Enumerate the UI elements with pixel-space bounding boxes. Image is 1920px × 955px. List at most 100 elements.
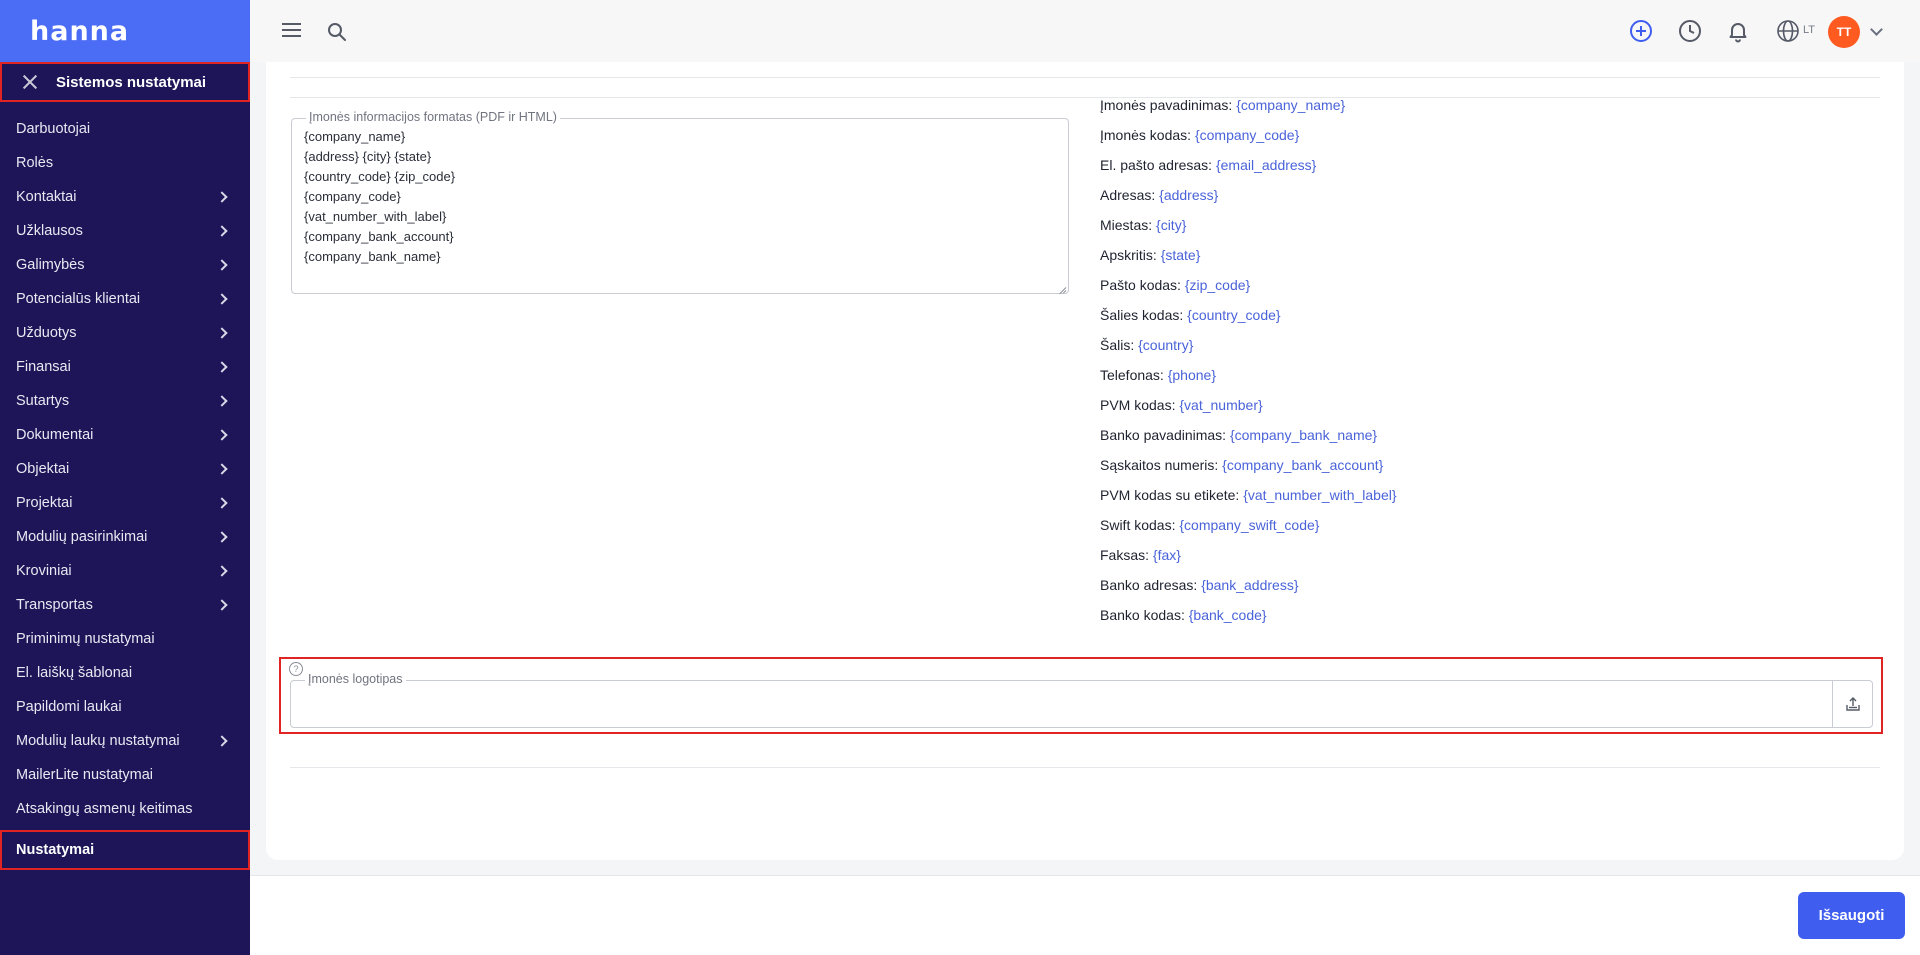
globe-icon[interactable] xyxy=(1776,19,1800,43)
upload-button[interactable] xyxy=(1832,681,1872,727)
sidebar-item-label: MailerLite nustatymai xyxy=(16,767,153,783)
placeholder-row: Miestas: {city} xyxy=(1100,215,1800,245)
sidebar-item[interactable]: Priminimų nustatymai xyxy=(0,622,250,656)
sidebar-item-label: Modulių pasirinkimai xyxy=(16,529,148,545)
sidebar-item[interactable]: Projektai xyxy=(0,486,250,520)
add-circle-icon[interactable] xyxy=(1629,19,1653,43)
placeholder-token[interactable]: {vat_number_with_label} xyxy=(1243,487,1396,503)
placeholder-row: Sąskaitos numeris: {company_bank_account… xyxy=(1100,455,1800,485)
sidebar-item-label: Priminimų nustatymai xyxy=(16,631,155,647)
search-icon[interactable] xyxy=(327,22,347,42)
sidebar-item[interactable]: Darbuotojai xyxy=(0,112,250,146)
placeholder-token[interactable]: {zip_code} xyxy=(1185,277,1250,293)
placeholder-row: Swift kodas: {company_swift_code} xyxy=(1100,515,1800,545)
avatar[interactable]: TT xyxy=(1828,16,1860,48)
sidebar-item[interactable]: Sutartys xyxy=(0,384,250,418)
sidebar-item[interactable]: Transportas xyxy=(0,588,250,622)
company-logo-section: ? Įmonės logotipas xyxy=(279,657,1883,734)
placeholder-row: Įmonės pavadinimas: {company_name} xyxy=(1100,95,1800,125)
placeholder-label: Šalies kodas: xyxy=(1100,307,1184,323)
placeholder-label: Įmonės kodas: xyxy=(1100,127,1192,143)
sidebar-item[interactable]: Galimybės xyxy=(0,248,250,282)
sidebar-item-label: Projektai xyxy=(16,495,73,511)
sidebar-item-label: El. laiškų šablonai xyxy=(16,665,133,681)
sidebar-item[interactable]: Potencialūs klientai xyxy=(0,282,250,316)
sidebar-item[interactable]: Atsakingų asmenų keitimas xyxy=(0,792,250,826)
chevron-right-icon xyxy=(216,361,228,373)
company-format-textarea[interactable]: Įmonės informacijos formatas (PDF ir HTM… xyxy=(291,110,1069,294)
placeholder-label: Faksas: xyxy=(1100,547,1150,563)
company-logo-upload-field[interactable]: Įmonės logotipas xyxy=(290,672,1873,728)
sidebar-item-label: Kontaktai xyxy=(16,189,77,205)
placeholder-token[interactable]: {fax} xyxy=(1153,547,1181,563)
placeholder-token[interactable]: {bank_address} xyxy=(1201,577,1298,593)
chevron-right-icon xyxy=(216,599,228,611)
placeholder-token[interactable]: {phone} xyxy=(1168,367,1216,383)
placeholder-label: Miestas: xyxy=(1100,217,1153,233)
sidebar-item[interactable]: Kroviniai xyxy=(0,554,250,588)
company-format-value[interactable]: {company_name} {address} {city} {state} … xyxy=(304,127,455,267)
sidebar-section-header: Sistemos nustatymai xyxy=(0,62,250,102)
chevron-right-icon xyxy=(216,395,228,407)
placeholder-token[interactable]: {company_code} xyxy=(1195,127,1299,143)
placeholder-token[interactable]: {company_swift_code} xyxy=(1179,517,1319,533)
sidebar-item[interactable]: Nustatymai xyxy=(0,830,250,870)
placeholder-label: Pašto kodas: xyxy=(1100,277,1181,293)
placeholder-row: Šalies kodas: {country_code} xyxy=(1100,305,1800,335)
chevron-right-icon xyxy=(216,191,228,203)
placeholder-token[interactable]: {country} xyxy=(1138,337,1193,353)
chevron-down-icon[interactable] xyxy=(1870,23,1883,36)
chevron-right-icon xyxy=(216,327,228,339)
sidebar-item[interactable]: Finansai xyxy=(0,350,250,384)
placeholder-row: Apskritis: {state} xyxy=(1100,245,1800,275)
sidebar-item[interactable]: Modulių pasirinkimai xyxy=(0,520,250,554)
placeholder-row: Banko kodas: {bank_code} xyxy=(1100,605,1800,635)
placeholder-token[interactable]: {company_name} xyxy=(1236,97,1345,113)
placeholder-token[interactable]: {country_code} xyxy=(1187,307,1280,323)
sidebar-item-label: Užduotys xyxy=(16,325,77,341)
chevron-right-icon xyxy=(216,293,228,305)
settings-card: Įmonės informacijos formatas (PDF ir HTM… xyxy=(266,62,1904,860)
placeholder-token[interactable]: {company_bank_name} xyxy=(1230,427,1377,443)
close-icon[interactable] xyxy=(18,70,42,94)
sidebar-item-label: Transportas xyxy=(16,597,93,613)
placeholder-row: Banko adresas: {bank_address} xyxy=(1100,575,1800,605)
sidebar-item-label: Kroviniai xyxy=(16,563,72,579)
divider xyxy=(290,77,1880,78)
language-label[interactable]: LT xyxy=(1803,24,1815,36)
bell-icon[interactable] xyxy=(1726,19,1750,43)
sidebar-item[interactable]: Užklausos xyxy=(0,214,250,248)
sidebar-item[interactable]: Papildomi laukai xyxy=(0,690,250,724)
placeholder-token[interactable]: {bank_code} xyxy=(1189,607,1267,623)
sidebar-item[interactable]: Kontaktai xyxy=(0,180,250,214)
save-button[interactable]: Išsaugoti xyxy=(1798,892,1905,939)
chevron-right-icon xyxy=(216,735,228,747)
sidebar-item[interactable]: Rolės xyxy=(0,146,250,180)
sidebar-item-label: Nustatymai xyxy=(16,842,95,858)
sidebar-item[interactable]: El. laiškų šablonai xyxy=(0,656,250,690)
sidebar-item[interactable]: Užduotys xyxy=(0,316,250,350)
app-logo[interactable]: hanna xyxy=(30,16,129,47)
placeholder-token[interactable]: {city} xyxy=(1156,217,1186,233)
sidebar-item-label: Modulių laukų nustatymai xyxy=(16,733,180,749)
placeholder-token[interactable]: {email_address} xyxy=(1216,157,1316,173)
help-icon[interactable]: ? xyxy=(289,662,303,676)
placeholder-label: PVM kodas: xyxy=(1100,397,1176,413)
sidebar-item[interactable]: Dokumentai xyxy=(0,418,250,452)
clock-icon[interactable] xyxy=(1678,19,1702,43)
sidebar-item[interactable]: MailerLite nustatymai xyxy=(0,758,250,792)
menu-icon[interactable] xyxy=(282,23,301,38)
placeholder-token[interactable]: {state} xyxy=(1161,247,1201,263)
placeholder-token[interactable]: {vat_number} xyxy=(1179,397,1262,413)
sidebar-item[interactable]: Objektai xyxy=(0,452,250,486)
sidebar-section-title: Sistemos nustatymai xyxy=(56,73,207,91)
logo-bar[interactable]: hanna xyxy=(0,0,250,62)
placeholder-token[interactable]: {company_bank_account} xyxy=(1222,457,1383,473)
placeholder-label: Apskritis: xyxy=(1100,247,1157,263)
placeholder-row: PVM kodas: {vat_number} xyxy=(1100,395,1800,425)
resize-handle[interactable] xyxy=(1058,283,1066,291)
sidebar-item[interactable]: Modulių laukų nustatymai xyxy=(0,724,250,758)
placeholder-token[interactable]: {address} xyxy=(1159,187,1218,203)
upload-icon xyxy=(1845,697,1860,711)
sidebar-item-label: Dokumentai xyxy=(16,427,94,443)
